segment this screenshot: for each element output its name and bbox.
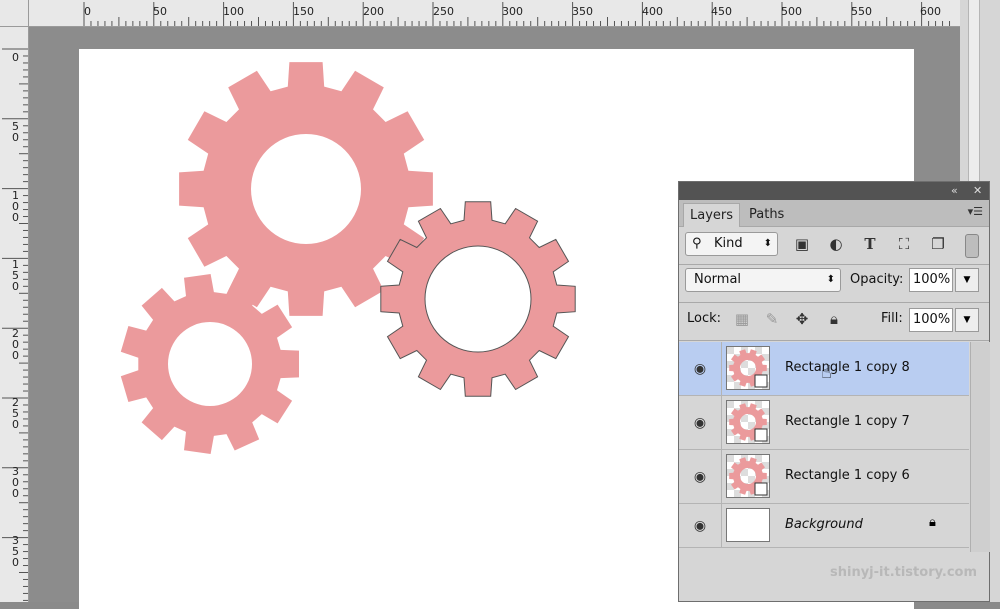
ruler-label: 600 (920, 5, 941, 18)
ruler-label: 300 (502, 5, 523, 18)
lock-row: Lock: ▦ ✎ ✥ 🔒︎ Fill: 100% ▼ (679, 306, 989, 334)
layer-row[interactable]: ◉ Rectangle 1 copy 8 ☝ (679, 342, 969, 396)
filter-kind-label: Kind (714, 236, 743, 251)
panel-tabs: Layers Paths ▾☰ (679, 200, 989, 227)
layer-row[interactable]: ◉ Background 🔒︎ (679, 504, 969, 548)
blend-mode-value: Normal (694, 272, 742, 287)
hand-cursor-icon: ☝ (821, 362, 832, 383)
up-down-arrows-icon: ⬍ (826, 274, 835, 285)
layer-thumbnail[interactable] (726, 454, 770, 498)
double-chevron-left-icon[interactable]: « (951, 184, 958, 197)
opacity-input[interactable]: 100% (909, 268, 953, 292)
divider (721, 342, 722, 396)
blend-row: Normal ⬍ Opacity: 100% ▼ (679, 268, 989, 296)
horizontal-ruler[interactable]: 0 50 100 150 200 250 300 350 400 450 500… (0, 0, 960, 27)
search-icon: ⚲ (692, 236, 702, 251)
layer-name[interactable]: Rectangle 1 copy 8 (785, 360, 910, 375)
tab-paths[interactable]: Paths (743, 203, 790, 226)
gear-shape[interactable] (179, 62, 433, 316)
panel-menu-icon[interactable]: ▾☰ (968, 205, 983, 218)
ruler-label: 100 (223, 5, 244, 18)
lock-icon: 🔒︎ (929, 515, 936, 530)
ruler-label: 450 (711, 5, 732, 18)
opacity-label: Opacity: (850, 272, 904, 287)
eye-icon[interactable]: ◉ (689, 515, 711, 537)
ruler-label: 250 (12, 396, 19, 431)
ruler-label: 400 (642, 5, 663, 18)
type-filter-icon[interactable]: T (859, 233, 881, 255)
shape-filter-icon[interactable]: ⛶ (893, 233, 915, 255)
ruler-label: 150 (293, 5, 314, 18)
eye-icon[interactable]: ◉ (689, 412, 711, 434)
ruler-label: 250 (433, 5, 454, 18)
filter-kind-select[interactable]: ⚲ Kind ⬍ (685, 232, 778, 256)
ruler-label: 50 (12, 120, 19, 144)
ruler-origin[interactable] (0, 0, 29, 27)
ruler-label: 350 (572, 5, 593, 18)
ruler-label: 100 (12, 189, 19, 224)
divider (721, 504, 722, 548)
ruler-label: 200 (12, 327, 19, 362)
ruler-label: 500 (781, 5, 802, 18)
ruler-label: 200 (363, 5, 384, 18)
divider (679, 340, 989, 341)
ruler-label: 150 (12, 258, 19, 293)
up-down-arrows-icon: ⬍ (763, 238, 772, 249)
image-filter-icon[interactable]: ▣ (791, 233, 813, 255)
layer-name[interactable]: Rectangle 1 copy 6 (785, 468, 910, 483)
layers-panel: « ✕ Layers Paths ▾☰ ⚲ Kind ⬍ ▣ ◐ T ⛶ ❐ N… (678, 181, 990, 602)
blend-mode-select[interactable]: Normal ⬍ (685, 268, 841, 292)
layer-name[interactable]: Background (785, 517, 863, 532)
vertical-ruler[interactable]: 0 50 100 150 200 250 300 350 (0, 0, 29, 602)
gear-shape[interactable] (120, 274, 299, 454)
divider (679, 264, 989, 265)
ruler-label: 300 (12, 465, 19, 500)
adjustment-filter-icon[interactable]: ◐ (825, 233, 847, 255)
ruler-label: 50 (153, 5, 167, 18)
layer-thumbnail[interactable] (726, 346, 770, 390)
lock-all-icon[interactable]: 🔒︎ (823, 308, 845, 330)
smart-object-filter-icon[interactable]: ❐ (927, 233, 949, 255)
watermark: shinyj-it.tistory.com (830, 565, 978, 580)
lock-label: Lock: (687, 311, 722, 326)
layer-row[interactable]: ◉ Rectangle 1 copy 6 (679, 450, 969, 504)
lock-position-icon[interactable]: ✥ (791, 308, 813, 330)
panel-scrollbar[interactable] (970, 342, 990, 552)
fill-input[interactable]: 100% (909, 308, 953, 332)
layer-name[interactable]: Rectangle 1 copy 7 (785, 414, 910, 429)
divider (721, 396, 722, 450)
filter-toggle[interactable] (965, 234, 979, 258)
panel-header: « ✕ (679, 182, 989, 200)
ruler-label: 0 (12, 51, 19, 64)
ruler-label: 350 (12, 534, 19, 569)
divider (679, 302, 989, 303)
eye-icon[interactable]: ◉ (689, 358, 711, 380)
divider (721, 450, 722, 504)
fill-dropdown[interactable]: ▼ (955, 308, 979, 332)
layer-thumbnail[interactable] (726, 400, 770, 444)
layer-thumbnail[interactable] (726, 508, 770, 542)
fill-label: Fill: (881, 311, 903, 326)
eye-icon[interactable]: ◉ (689, 466, 711, 488)
lock-brush-icon[interactable]: ✎ (761, 308, 783, 330)
close-icon[interactable]: ✕ (973, 184, 982, 197)
ruler-label: 550 (851, 5, 872, 18)
ruler-label: 0 (84, 5, 91, 18)
opacity-dropdown[interactable]: ▼ (955, 268, 979, 292)
layer-row[interactable]: ◉ Rectangle 1 copy 7 (679, 396, 969, 450)
tab-layers[interactable]: Layers (683, 203, 741, 227)
lock-transparent-icon[interactable]: ▦ (731, 308, 753, 330)
filter-row: ⚲ Kind ⬍ ▣ ◐ T ⛶ ❐ (679, 230, 989, 262)
